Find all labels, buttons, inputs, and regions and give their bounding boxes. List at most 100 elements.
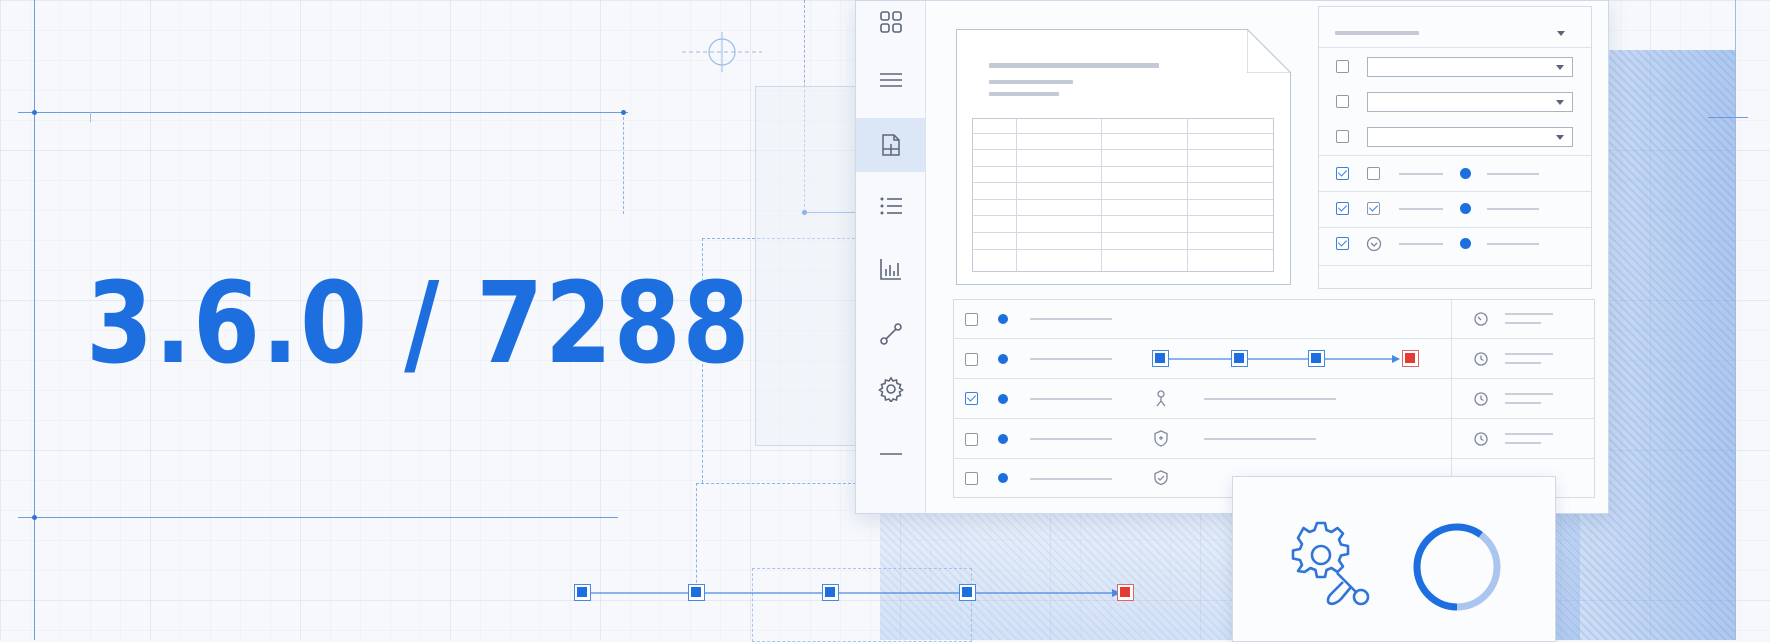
gauge-icon [1474,312,1488,326]
frame-corner-dot [32,515,37,520]
doc-title-line [989,63,1159,68]
bar-chart-icon [879,259,901,280]
placeholder-line [1505,433,1553,435]
ghost-panel [755,86,857,446]
placeholder-line [1505,322,1541,324]
sidebar-item-minimize[interactable] [856,427,925,481]
sidebar-item-list[interactable] [856,179,925,233]
frame-line-top [18,112,628,113]
connector [696,483,697,593]
minus-icon [879,453,902,455]
placeholder-line [1505,442,1541,444]
placeholder-line [1487,208,1539,210]
task-list [953,299,1595,498]
row-checkbox-checked[interactable] [965,392,978,405]
row-checkbox[interactable] [965,353,978,366]
clock-icon [1474,392,1488,406]
flow-node [1308,350,1325,367]
gear-wrench-icon [1291,521,1370,606]
flow-node [574,584,591,601]
document-icon [881,134,900,156]
status-dot [1460,168,1471,179]
row-checkbox[interactable] [965,472,978,485]
connector [696,483,856,484]
chevron-down-icon [1556,65,1564,70]
form-checkbox[interactable] [1336,130,1349,143]
form-checkbox[interactable] [1367,167,1380,180]
placeholder-line [1399,243,1443,245]
frame-corner-dot [621,110,626,115]
sidebar-item-connections[interactable] [856,307,925,361]
doc-table [972,118,1274,272]
form-select[interactable] [1367,92,1573,112]
form-select[interactable] [1367,57,1573,77]
placeholder-line [1505,393,1553,395]
form-checkbox[interactable] [1336,95,1349,108]
progress-ring [1413,523,1501,611]
placeholder-line [1399,208,1443,210]
status-dot [998,473,1008,483]
placeholder-line [1487,243,1539,245]
row-checkbox[interactable] [965,313,978,326]
placeholder-line [1030,438,1112,440]
placeholder-line [1030,398,1112,400]
user-icon [1156,390,1166,407]
chevron-circle-icon[interactable] [1366,236,1382,252]
sidebar-item-document[interactable] [856,118,925,172]
version-label: 3.6.0 / 7288 [86,259,752,389]
row-checkbox[interactable] [965,433,978,446]
flow-node [1152,350,1169,367]
doc-text-line [989,92,1059,96]
placeholder-line [1204,438,1316,440]
form-checkbox-checked[interactable] [1336,167,1349,180]
sidebar-item-grid[interactable] [856,0,925,49]
clock-icon [1474,432,1488,446]
form-checkbox[interactable] [1336,60,1349,73]
form-checkbox-checked[interactable] [1367,202,1380,215]
frame-line-bottom [18,517,618,518]
status-dot [998,314,1008,324]
row-flow-line [1162,355,1400,363]
sidebar [856,1,926,513]
flow-node-end [1117,584,1134,601]
crosshair-icon [682,32,762,72]
settings-card[interactable] [1232,476,1556,642]
status-dot [998,434,1008,444]
form-checkbox-checked[interactable] [1336,237,1349,250]
sidebar-item-menu[interactable] [856,53,925,107]
flow-arrow-line [582,589,1121,597]
flow-node [1231,350,1248,367]
flow-node-end [1402,350,1419,367]
doc-text-line [989,80,1073,84]
grid-icon [879,11,902,33]
placeholder-line [1030,358,1112,360]
tick [90,112,91,122]
placeholder-line [1204,398,1336,400]
gear-icon [877,376,904,402]
page-fold [1246,28,1292,74]
app-window [855,0,1609,514]
shield-icon [1154,430,1168,447]
chevron-down-icon [1556,135,1564,140]
placeholder-line [1505,353,1553,355]
document-preview[interactable] [956,28,1292,285]
form-header-line [1335,31,1419,35]
frame-corner-dot [32,110,37,115]
shield-check-icon [1154,470,1168,486]
connection-icon [879,323,902,345]
placeholder-line [1505,402,1541,404]
chevron-down-icon[interactable] [1557,31,1565,36]
list-icon [880,197,902,215]
placeholder-line [1399,173,1443,175]
sidebar-item-settings[interactable] [856,362,925,416]
status-dot [998,354,1008,364]
form-checkbox-checked[interactable] [1336,202,1349,215]
frame-line-right [1735,0,1736,640]
flow-node [822,584,839,601]
sidebar-item-chart[interactable] [856,242,925,296]
flow-node [959,584,976,601]
status-dot [1460,203,1471,214]
form-panel [1318,6,1592,289]
flow-node [688,584,705,601]
form-select[interactable] [1367,127,1573,147]
